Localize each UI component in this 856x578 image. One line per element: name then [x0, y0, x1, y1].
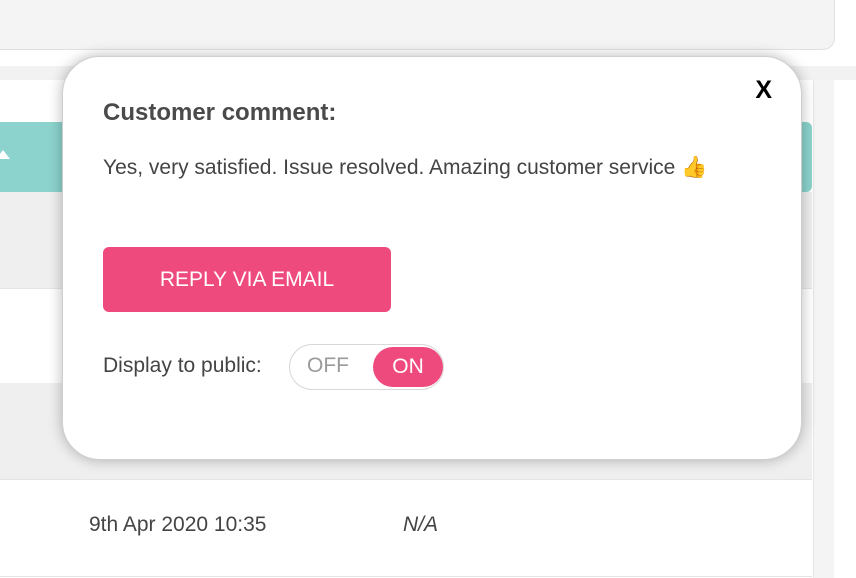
sort-ascending-icon[interactable] — [0, 150, 10, 159]
page: 9th Apr 2020 10:35 N/A X Customer commen… — [0, 0, 856, 578]
table-cell-date: 9th Apr 2020 10:35 — [89, 513, 267, 536]
display-to-public-toggle[interactable]: OFF ON — [289, 344, 444, 390]
reply-via-email-button[interactable]: REPLY VIA EMAIL — [103, 247, 391, 312]
comment-text: Yes, very satisfied. Issue resolved. Ama… — [103, 156, 708, 179]
popup-title: Customer comment: — [103, 99, 337, 126]
top-card — [0, 0, 835, 50]
display-to-public-label: Display to public: — [103, 354, 262, 377]
close-button[interactable]: X — [755, 78, 772, 103]
toggle-on-option[interactable]: ON — [373, 347, 443, 387]
table-cell-value: N/A — [403, 513, 439, 536]
toggle-off-option[interactable]: OFF — [307, 354, 349, 378]
customer-comment-popup: X Customer comment: Yes, very satisfied.… — [62, 56, 802, 460]
scrollbar-track[interactable] — [813, 80, 834, 578]
